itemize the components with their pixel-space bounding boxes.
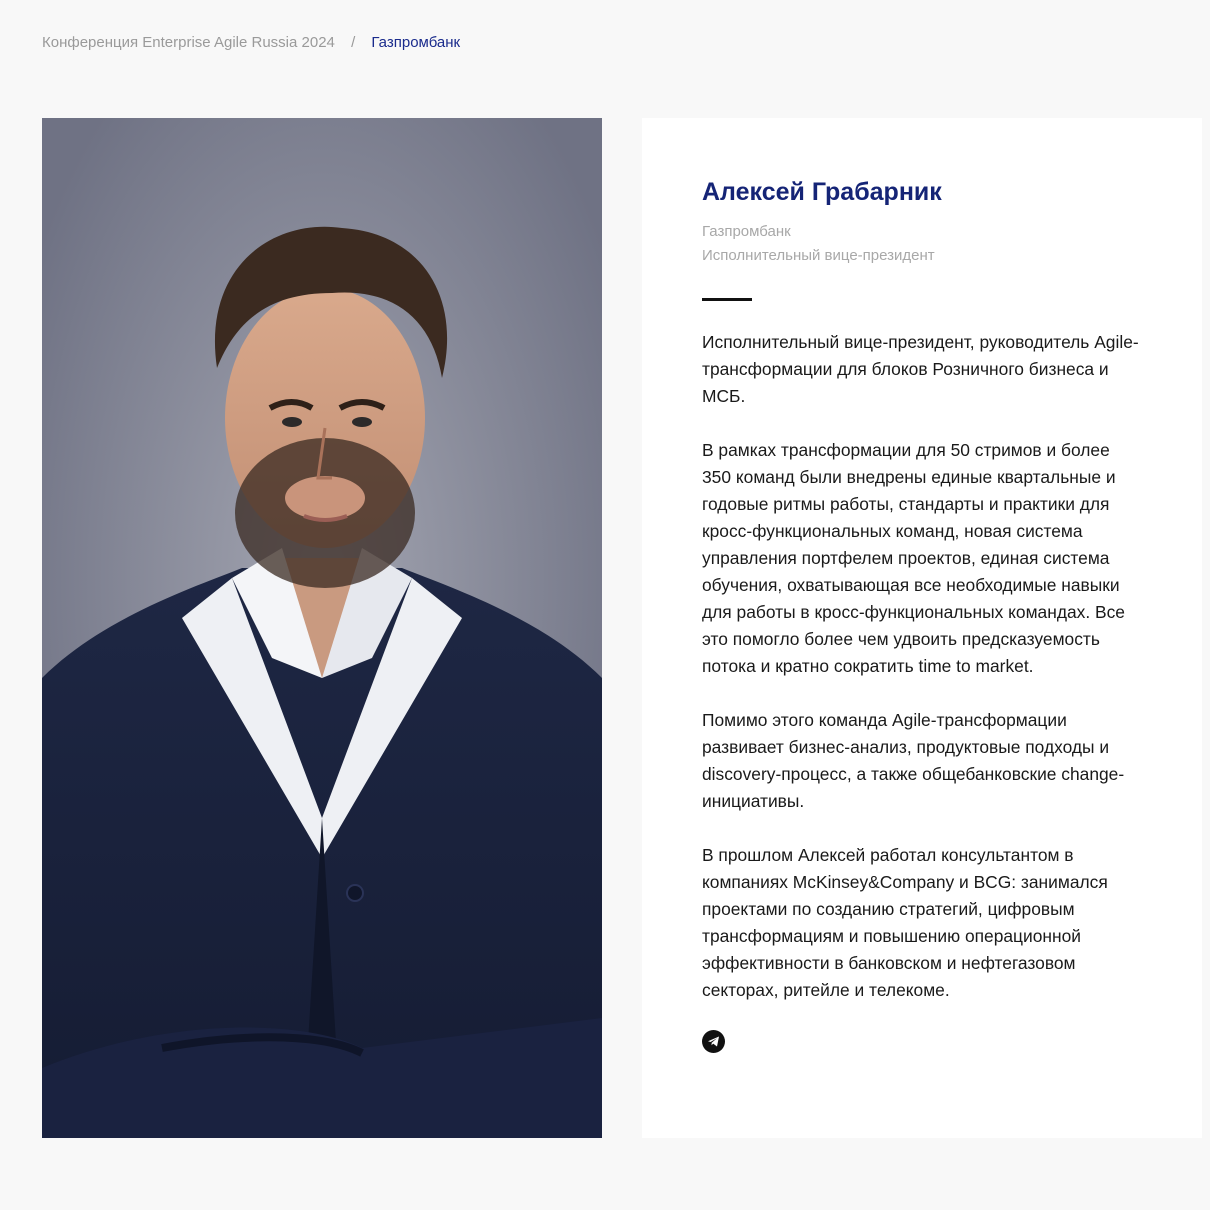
telegram-icon xyxy=(708,1036,719,1047)
breadcrumb-separator: / xyxy=(351,34,356,51)
bio-paragraph: Помимо этого команда Agile-трансформации… xyxy=(702,710,1125,811)
breadcrumb-conference-link[interactable]: Конференция Enterprise Agile Russia 2024 xyxy=(42,34,335,51)
breadcrumb: Конференция Enterprise Agile Russia 2024… xyxy=(42,33,460,53)
section-divider xyxy=(702,298,752,301)
speaker-name: Алексей Грабарник xyxy=(702,178,942,206)
speaker-position: Исполнительный вице-президент xyxy=(702,247,935,264)
telegram-link[interactable] xyxy=(702,1030,725,1053)
speaker-meta: Газпромбанк Исполнительный вице-президен… xyxy=(702,220,1142,268)
speaker-card: Алексей Грабарник Газпромбанк Исполнител… xyxy=(642,118,1202,1138)
speaker-company: Газпромбанк xyxy=(702,223,791,240)
bio-paragraph: В прошлом Алексей работал консультантом … xyxy=(702,845,1108,1000)
breadcrumb-current: Газпромбанк xyxy=(371,34,461,51)
bio-paragraph: В рамках трансформации для 50 стримов и … xyxy=(702,440,1125,676)
speaker-photo xyxy=(42,118,602,1138)
speaker-portrait-illustration xyxy=(42,118,602,1138)
bio-paragraph: Исполнительный вице-президент, руководит… xyxy=(702,332,1139,406)
speaker-bio: Исполнительный вице-президент, руководит… xyxy=(702,329,1142,1004)
speaker-card-content: Алексей Грабарник Газпромбанк Исполнител… xyxy=(702,176,1142,1058)
